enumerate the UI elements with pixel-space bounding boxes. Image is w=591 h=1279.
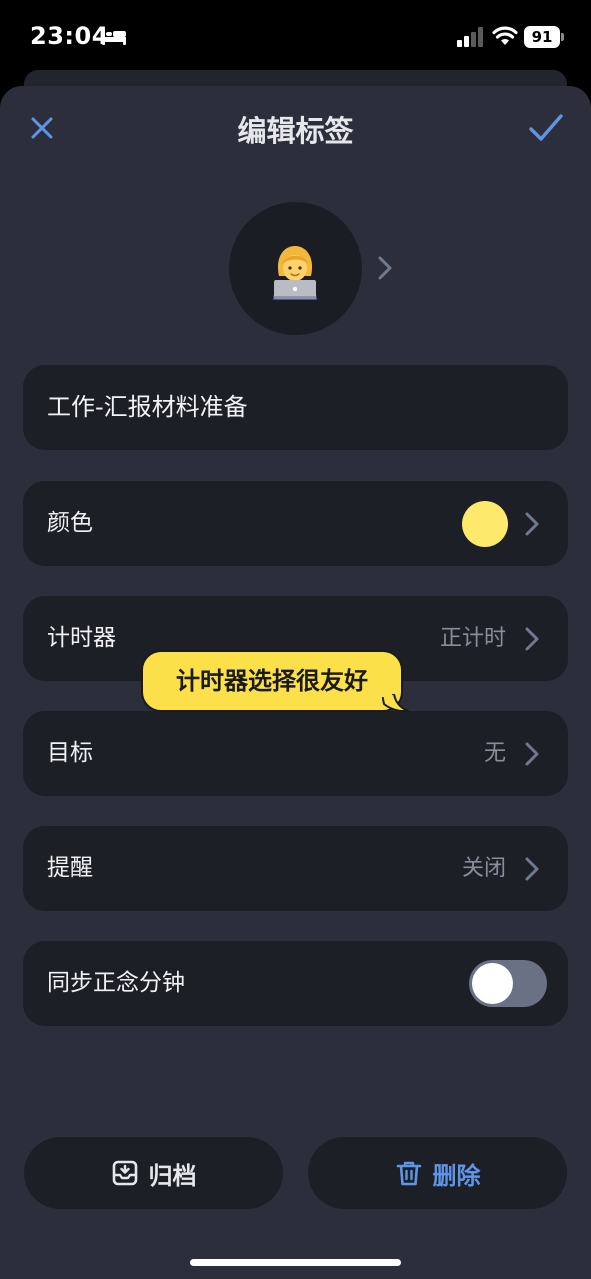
tag-name-field[interactable]: 工作-汇报材料准备 <box>23 365 568 450</box>
callout-text: 计时器选择很友好 <box>176 667 368 695</box>
chevron-right-icon <box>525 512 539 536</box>
home-indicator <box>190 1259 401 1266</box>
goal-row[interactable]: 目标 无 <box>23 711 568 796</box>
battery-level: 91 <box>524 26 560 48</box>
chevron-right-icon[interactable] <box>376 254 394 282</box>
reminder-label: 提醒 <box>47 855 93 881</box>
status-bar: 23:04 91 <box>0 0 591 72</box>
sync-mindful-row: 同步正念分钟 <box>23 941 568 1026</box>
timer-label: 计时器 <box>47 625 116 651</box>
tag-name-value: 工作-汇报材料准备 <box>47 393 248 421</box>
color-row[interactable]: 颜色 <box>23 481 568 566</box>
archive-label: 归档 <box>148 1161 197 1190</box>
checkmark-icon[interactable] <box>528 112 564 144</box>
wifi-icon <box>492 26 518 45</box>
color-swatch <box>462 501 508 547</box>
reminder-value: 关闭 <box>461 856 506 881</box>
trash-icon <box>396 1161 421 1186</box>
archive-icon <box>112 1160 137 1186</box>
bed-icon <box>102 29 126 45</box>
signal-icon <box>457 27 483 47</box>
delete-button[interactable]: 删除 <box>308 1137 567 1209</box>
page-title: 编辑标签 <box>237 114 354 148</box>
sync-mindful-label: 同步正念分钟 <box>47 970 185 996</box>
battery-icon: 91 <box>524 26 564 48</box>
chevron-right-icon <box>525 627 539 651</box>
toggle-knob <box>472 963 513 1004</box>
chevron-right-icon <box>525 742 539 766</box>
reminder-row[interactable]: 提醒 关闭 <box>23 826 568 911</box>
timer-value: 正计时 <box>439 626 506 651</box>
callout-tail <box>382 694 409 713</box>
goal-label: 目标 <box>47 740 93 766</box>
delete-label: 删除 <box>432 1161 481 1190</box>
sync-mindful-toggle[interactable] <box>469 960 547 1007</box>
battery-tip <box>561 33 564 41</box>
annotation-callout: 计时器选择很友好 <box>141 650 403 712</box>
archive-button[interactable]: 归档 <box>24 1137 283 1209</box>
chevron-right-icon <box>525 857 539 881</box>
status-time: 23:04 <box>30 22 109 50</box>
goal-value: 无 <box>483 741 506 766</box>
color-label: 颜色 <box>47 510 93 536</box>
woman-technologist-emoji <box>273 246 317 300</box>
